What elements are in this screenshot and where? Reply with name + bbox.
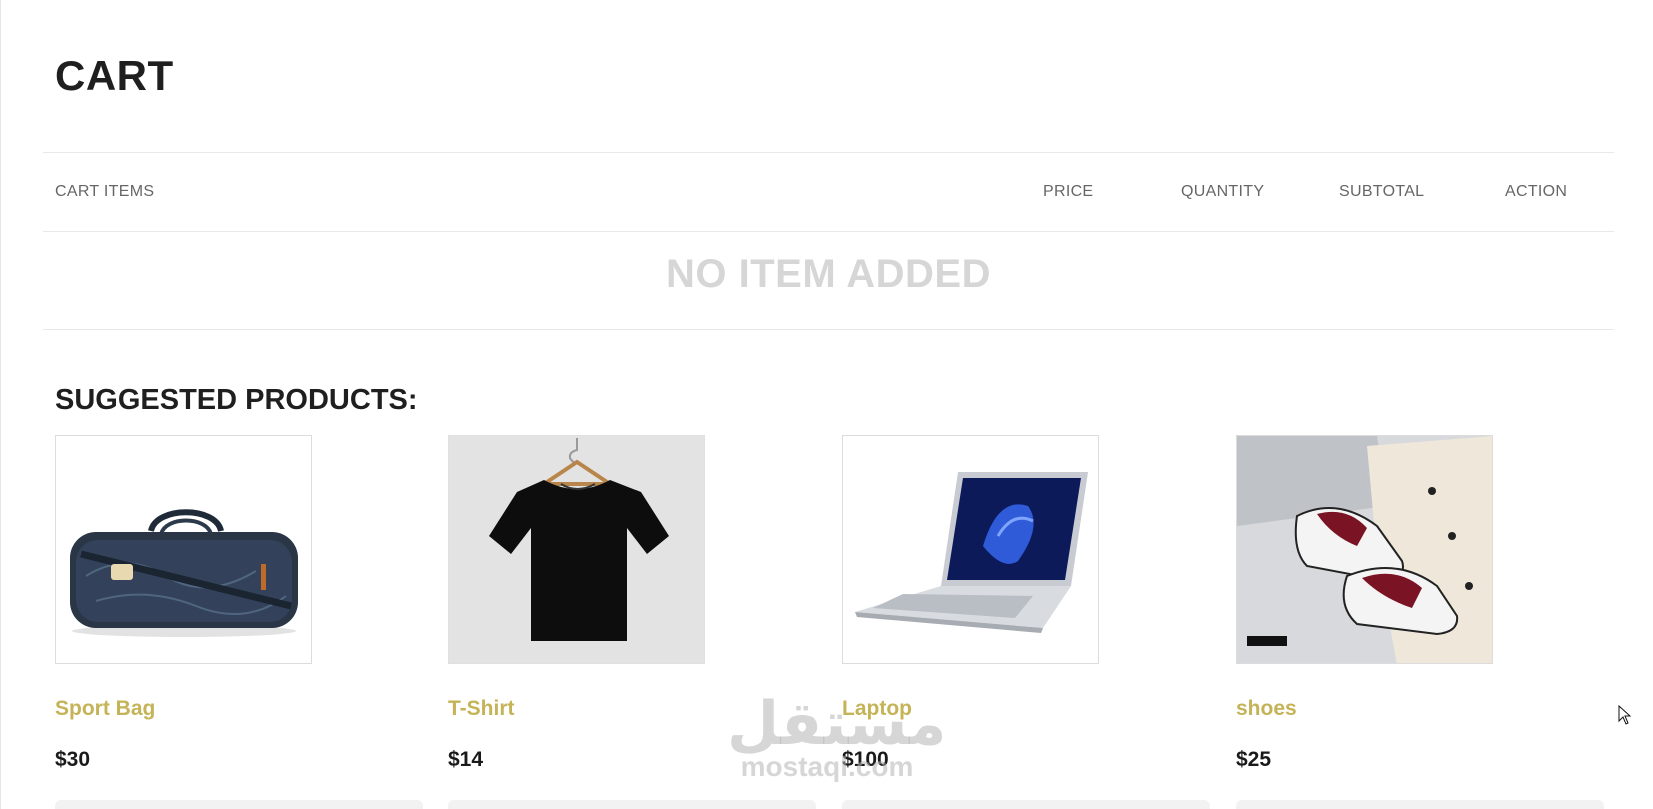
empty-cart-message: NO ITEM ADDED (665, 252, 991, 296)
watermark: مستقل mostaql.com (727, 689, 947, 782)
product-price: $14 (448, 748, 484, 771)
tshirt-image[interactable] (448, 435, 705, 664)
header-quantity: QUANTITY (1181, 183, 1265, 200)
product-price: $25 (1236, 748, 1272, 771)
divider (43, 152, 1614, 153)
product-name[interactable]: T-Shirt (448, 697, 515, 721)
watermark-arabic: مستقل (727, 689, 947, 759)
divider (43, 329, 1614, 330)
shoes-image[interactable] (1236, 435, 1493, 664)
header-action: ACTION (1505, 183, 1568, 200)
add-to-cart-button[interactable] (842, 800, 1210, 809)
product-price: $30 (55, 748, 91, 771)
cart-page: CART CART ITEMS PRICE QUANTITY SUBTOTAL … (0, 0, 1653, 809)
divider (43, 231, 1614, 232)
product-name[interactable]: Sport Bag (55, 697, 155, 721)
add-to-cart-button[interactable] (1236, 800, 1604, 809)
product-name[interactable]: shoes (1236, 697, 1297, 721)
suggested-products-heading: SUGGESTED PRODUCTS: (55, 384, 418, 416)
mouse-cursor-icon (1618, 705, 1632, 725)
header-price: PRICE (1043, 183, 1094, 200)
header-subtotal: SUBTOTAL (1339, 183, 1425, 200)
watermark-latin: mostaql.com (740, 751, 914, 782)
product-card-sport-bag[interactable]: Sport Bag $30 (55, 435, 423, 809)
page-title: CART (55, 52, 174, 99)
add-to-cart-button[interactable] (55, 800, 423, 809)
add-to-cart-button[interactable] (448, 800, 816, 809)
header-cart-items: CART ITEMS (55, 183, 155, 200)
laptop-image[interactable] (842, 435, 1099, 664)
product-card-shoes[interactable]: shoes $25 (1236, 435, 1604, 809)
sport-bag-image[interactable] (55, 435, 312, 664)
